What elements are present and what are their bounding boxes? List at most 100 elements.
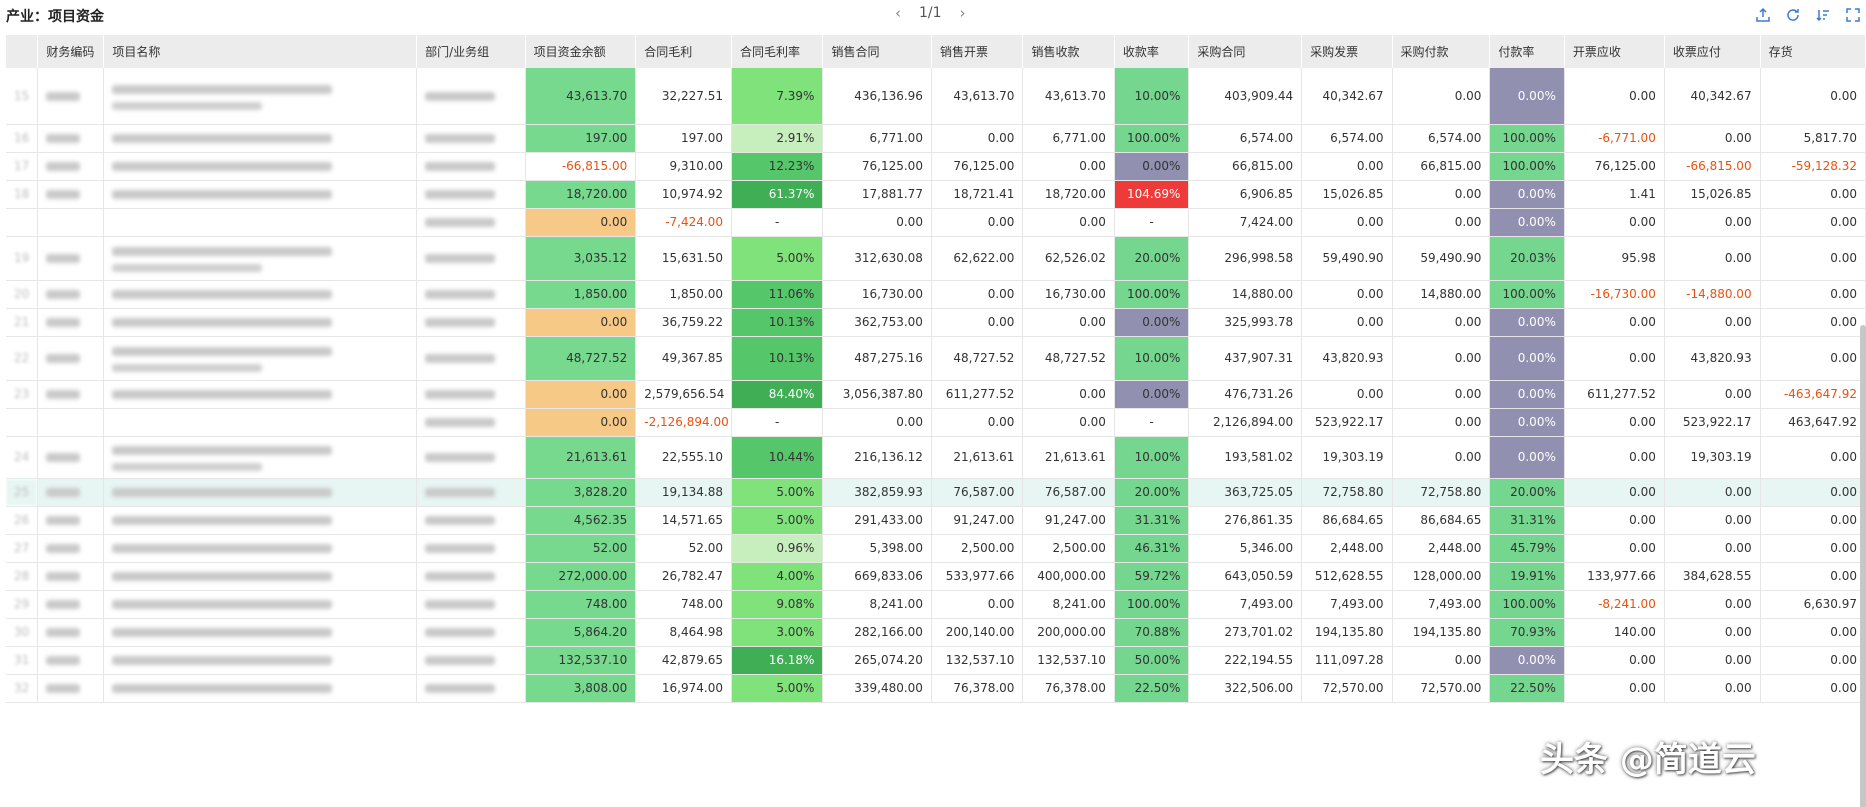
- table-row[interactable]: 30 5,864.20 8,464.98 3.00% 282,166.00 200,140…: [6, 618, 1866, 647]
- header-project-fund-balance[interactable]: 项目资金余额: [525, 35, 637, 68]
- table-row[interactable]: 19 3,035.12 15,631.50 5.00% 312,630.08 62,622…: [6, 236, 1866, 281]
- project-fund-balance-cell: 1,850.00: [525, 280, 637, 309]
- table-row[interactable]: 22 48,727.52 49,367.85 10.13% 487,275.16 48,7…: [6, 336, 1866, 381]
- table-row[interactable]: 26 4,562.35 14,571.65 5.00% 291,433.00 91,247…: [6, 506, 1866, 535]
- table-row[interactable]: 24 21,613.61 22,555.10 10.44% 216,136.12 21,6…: [6, 436, 1866, 479]
- table-row[interactable]: 32 3,808.00 16,974.00 5.00% 339,480.00 76,378…: [6, 674, 1866, 703]
- finance-code-cell: [37, 236, 105, 281]
- table-row[interactable]: 0.00 -2,126,894.00-0.00 0.00 0.00-2,126,894…: [6, 408, 1866, 437]
- row-number: 32: [6, 674, 39, 703]
- header-invoice-receivable[interactable]: 开票应收: [1564, 35, 1665, 68]
- table-row[interactable]: 27 52.00 52.00 0.96% 5,398.00 2,500.00 2,500.0…: [6, 534, 1866, 563]
- sales-collection-cell: 132,537.10: [1022, 646, 1115, 675]
- purchase-contract-cell: 7,424.00: [1188, 208, 1303, 237]
- department-cell: [416, 152, 526, 181]
- redacted-text: [112, 84, 333, 94]
- header-inventory[interactable]: 存货: [1760, 35, 1866, 68]
- sort-icon[interactable]: [1814, 6, 1832, 24]
- table-row[interactable]: 23 0.00 2,579,656.54 84.40% 3,056,387.80 611,…: [6, 380, 1866, 409]
- sales-collection-cell: 91,247.00: [1022, 506, 1115, 535]
- header-sales-invoice[interactable]: 销售开票: [931, 35, 1024, 68]
- table-row[interactable]: 21 0.00 36,759.22 10.13% 362,753.00 0.00 0.00 0…: [6, 308, 1866, 337]
- contract-margin-cell: 14,571.65: [635, 506, 732, 535]
- redacted-text: [112, 516, 333, 525]
- table-row[interactable]: 18 18,720.00 10,974.92 61.37% 17,881.77 18,72…: [6, 180, 1866, 209]
- contract-margin-rate-cell: 7.39%: [731, 68, 824, 125]
- row-number: 21: [6, 308, 39, 337]
- payment-rate-cell: 20.00%: [1489, 478, 1565, 507]
- chevron-right-icon[interactable]: ›: [960, 4, 966, 22]
- refresh-icon[interactable]: [1784, 6, 1802, 24]
- purchase-invoice-cell: 7,493.00: [1301, 590, 1393, 619]
- row-number: 20: [6, 280, 39, 309]
- table-row[interactable]: 31 132,537.10 42,879.65 16.18% 265,074.20 132…: [6, 646, 1866, 675]
- purchase-invoice-cell: 19,303.19: [1301, 436, 1393, 479]
- table-row[interactable]: 28 272,000.00 26,782.47 4.00% 669,833.06 533,…: [6, 562, 1866, 591]
- header-payment-rate[interactable]: 付款率: [1489, 35, 1565, 68]
- expand-icon[interactable]: [1844, 6, 1862, 24]
- chevron-left-icon[interactable]: ‹: [895, 4, 901, 22]
- header-contract-margin[interactable]: 合同毛利: [635, 35, 732, 68]
- collection-rate-cell: 0.00%: [1114, 308, 1190, 337]
- header-collection-rate[interactable]: 收款率: [1114, 35, 1190, 68]
- purchase-invoice-cell: 40,342.67: [1301, 68, 1393, 125]
- contract-margin-cell: 22,555.10: [635, 436, 732, 479]
- sales-invoice-cell: 76,125.00: [931, 152, 1024, 181]
- department-cell: [416, 180, 526, 209]
- project-funds-table: 财务编码 项目名称 部门/业务组 项目资金余额 合同毛利 合同毛利率 销售合同 销售开票 销售收…: [6, 35, 1866, 807]
- purchase-payment-cell: 2,448.00: [1392, 534, 1491, 563]
- invoice-payable-cell: 0.00: [1664, 124, 1761, 153]
- inventory-cell: 0.00: [1760, 308, 1866, 337]
- redacted-text: [46, 572, 81, 581]
- table-row[interactable]: 17 -66,815.00 9,310.00 12.23% 76,125.00 76,12…: [6, 152, 1866, 181]
- collection-rate-cell: 59.72%: [1114, 562, 1190, 591]
- table-row[interactable]: 25 3,828.20 19,134.88 5.00% 382,859.93 76,587…: [6, 478, 1866, 507]
- project-name-cell: [103, 308, 418, 337]
- header-sales-collection[interactable]: 销售收款: [1022, 35, 1115, 68]
- header-department[interactable]: 部门/业务组: [416, 35, 526, 68]
- sales-contract-cell: 6,771.00: [822, 124, 932, 153]
- table-row[interactable]: 0.00 -7,424.00-0.00 0.00 0.00-7,424.00 0.00 0…: [6, 208, 1866, 237]
- redacted-text: [425, 684, 496, 693]
- inventory-cell: 6,630.97: [1760, 590, 1866, 619]
- redacted-text: [112, 162, 333, 171]
- sales-invoice-cell: 62,622.00: [931, 236, 1024, 281]
- inventory-cell: 463,647.92: [1760, 408, 1866, 437]
- contract-margin-rate-cell: 9.08%: [731, 590, 824, 619]
- header-project-name[interactable]: 项目名称: [103, 35, 418, 68]
- purchase-payment-cell: 66,815.00: [1392, 152, 1491, 181]
- table-row[interactable]: 29 748.00 748.00 9.08% 8,241.00 0.00 8,241.00 1…: [6, 590, 1866, 619]
- payment-rate-cell: 0.00%: [1489, 180, 1565, 209]
- project-name-cell: [103, 478, 418, 507]
- contract-margin-rate-cell: 5.00%: [731, 478, 824, 507]
- payment-rate-cell: 70.93%: [1489, 618, 1565, 647]
- header-purchase-contract[interactable]: 采购合同: [1188, 35, 1303, 68]
- header-invoice-payable[interactable]: 收票应付: [1664, 35, 1761, 68]
- vertical-scrollbar[interactable]: [1860, 325, 1866, 807]
- table-row[interactable]: 15 43,613.70 32,227.51 7.39% 436,136.96 43,61…: [6, 68, 1866, 125]
- header-purchase-invoice[interactable]: 采购发票: [1301, 35, 1393, 68]
- header-purchase-payment[interactable]: 采购付款: [1392, 35, 1491, 68]
- redacted-text: [46, 190, 81, 199]
- contract-margin-rate-cell: 5.00%: [731, 236, 824, 281]
- invoice-receivable-cell: 0.00: [1564, 336, 1665, 381]
- contract-margin-cell: 32,227.51: [635, 68, 732, 125]
- payment-rate-cell: 45.79%: [1489, 534, 1565, 563]
- purchase-contract-cell: 363,725.05: [1188, 478, 1303, 507]
- redacted-text: [112, 318, 333, 327]
- export-icon[interactable]: [1754, 6, 1772, 24]
- purchase-invoice-cell: 194,135.80: [1301, 618, 1393, 647]
- header-finance-code[interactable]: 财务编码: [37, 35, 105, 68]
- contract-margin-cell: 748.00: [635, 590, 732, 619]
- sales-collection-cell: 16,730.00: [1022, 280, 1115, 309]
- table-row[interactable]: 20 1,850.00 1,850.00 11.06% 16,730.00 0.00 16,…: [6, 280, 1866, 309]
- finance-code-cell: [37, 280, 105, 309]
- purchase-contract-cell: 296,998.58: [1188, 236, 1303, 281]
- header-sales-contract[interactable]: 销售合同: [822, 35, 932, 68]
- purchase-invoice-cell: 15,026.85: [1301, 180, 1393, 209]
- purchase-invoice-cell: 86,684.65: [1301, 506, 1393, 535]
- header-contract-margin-rate[interactable]: 合同毛利率: [731, 35, 824, 68]
- purchase-invoice-cell: 0.00: [1301, 380, 1393, 409]
- invoice-payable-cell: 0.00: [1664, 478, 1761, 507]
- table-row[interactable]: 16 197.00 197.00 2.91% 6,771.00 0.00 6,771.00 1…: [6, 124, 1866, 153]
